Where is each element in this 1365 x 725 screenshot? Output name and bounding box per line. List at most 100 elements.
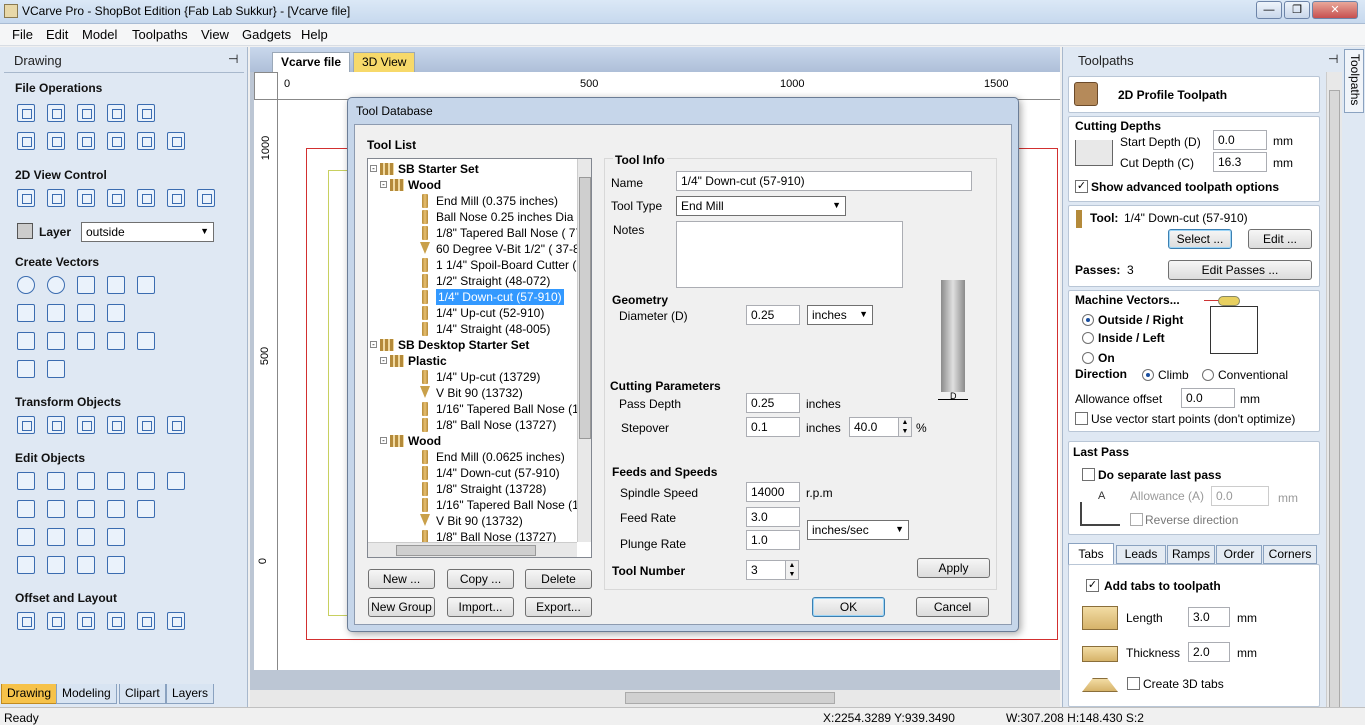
minimize-button[interactable]: — xyxy=(1256,1,1282,19)
tool-item[interactable]: 1/4" Straight (48-005) xyxy=(436,321,550,337)
save-icon[interactable] xyxy=(77,104,95,122)
tool-type-select[interactable]: End Mill xyxy=(676,196,846,216)
tool-item[interactable]: 1/8" Straight (13728) xyxy=(436,481,546,497)
auto-layout-text-icon[interactable] xyxy=(47,332,65,350)
on-radio[interactable] xyxy=(1082,352,1094,364)
import-bitmap-icon[interactable] xyxy=(137,104,155,122)
polygon-icon[interactable] xyxy=(107,276,125,294)
tool-name-field[interactable]: 1/4" Down-cut (57-910) xyxy=(676,171,972,191)
tab-leads[interactable]: Leads xyxy=(1116,545,1166,564)
guides-icon[interactable] xyxy=(167,189,185,207)
plunge-rate-field[interactable]: 1.0 xyxy=(746,530,800,550)
export-button[interactable]: Export... xyxy=(525,597,592,617)
advanced-options-checkbox[interactable]: ✓ xyxy=(1075,180,1088,193)
cut-icon[interactable] xyxy=(47,132,65,150)
job-setup-icon[interactable] xyxy=(17,132,35,150)
ellipse-icon[interactable] xyxy=(47,276,65,294)
import-button[interactable]: Import... xyxy=(447,597,514,617)
menu-model[interactable]: Model xyxy=(82,27,117,42)
tool-item[interactable]: End Mill (0.0625 inches) xyxy=(436,449,565,465)
outside-right-radio[interactable] xyxy=(1082,314,1094,326)
spindle-speed-field[interactable]: 14000 xyxy=(746,482,800,502)
new-tool-button[interactable]: New ... xyxy=(368,569,435,589)
zoom-extents-icon[interactable] xyxy=(77,189,95,207)
nesting-icon[interactable] xyxy=(137,612,155,630)
reverse-direction-checkbox[interactable] xyxy=(1130,513,1143,526)
tool-item[interactable]: 1/8" Ball Nose (13727) xyxy=(436,417,556,433)
tool-item[interactable]: 1/4" Down-cut (57-910) xyxy=(436,289,564,305)
layer-select[interactable]: outside xyxy=(81,222,214,242)
snap-icon[interactable] xyxy=(197,189,215,207)
stepover-percent-field[interactable]: 40.0 xyxy=(849,417,899,437)
menu-help[interactable]: Help xyxy=(301,27,328,42)
join-icon[interactable] xyxy=(107,528,125,546)
align-icon[interactable] xyxy=(77,416,95,434)
tree-scroll-thumb-v[interactable] xyxy=(579,177,591,439)
tree-expander-icon[interactable]: - xyxy=(380,181,387,189)
paste-icon[interactable] xyxy=(107,132,125,150)
tree-expander-icon[interactable]: - xyxy=(380,357,387,365)
tool-item[interactable]: Ball Nose 0.25 inches Dia xyxy=(436,209,573,225)
smooth-icon[interactable] xyxy=(17,528,35,546)
scale-icon[interactable] xyxy=(47,416,65,434)
new-file-icon[interactable] xyxy=(17,104,35,122)
menu-file[interactable]: File xyxy=(12,27,33,42)
copy-icon[interactable] xyxy=(77,132,95,150)
tab-corners[interactable]: Corners xyxy=(1263,545,1317,564)
circular-array-icon[interactable] xyxy=(77,612,95,630)
delete-tool-button[interactable]: Delete xyxy=(525,569,592,589)
copy-tool-button[interactable]: Copy ... xyxy=(447,569,514,589)
tree-expander-icon[interactable]: - xyxy=(370,341,377,349)
tool-item[interactable]: 1/16" Tapered Ball Nose (137 xyxy=(436,401,591,417)
mirror-icon[interactable] xyxy=(107,416,125,434)
array-icon[interactable] xyxy=(47,612,65,630)
cancel-button[interactable]: Cancel xyxy=(916,597,989,617)
tool-item[interactable]: 1/4" Down-cut (57-910) xyxy=(436,465,560,481)
allowance-offset-field[interactable]: 0.0 xyxy=(1181,388,1235,408)
restore-button[interactable]: ❐ xyxy=(1284,1,1310,19)
curve-icon[interactable] xyxy=(77,304,95,322)
tool-item[interactable]: 1/8" Tapered Ball Nose ( 77-1 xyxy=(436,225,591,241)
separate-last-pass-checkbox[interactable] xyxy=(1082,468,1095,481)
move-icon[interactable] xyxy=(17,416,35,434)
tool-folder-item[interactable]: Wood xyxy=(408,433,441,449)
tree-scroll-thumb-h[interactable] xyxy=(396,545,536,556)
tool-item[interactable]: End Mill (0.375 inches) xyxy=(436,193,558,209)
rate-units-select[interactable]: inches/sec xyxy=(807,520,909,540)
distort-icon[interactable] xyxy=(137,416,155,434)
last-pass-allowance-field[interactable]: 0.0 xyxy=(1211,486,1269,506)
extend-icon[interactable] xyxy=(77,528,95,546)
menu-toolpaths[interactable]: Toolpaths xyxy=(132,27,188,42)
tab-ramps[interactable]: Ramps xyxy=(1167,545,1215,564)
tab-order[interactable]: Order xyxy=(1216,545,1262,564)
tab-modeling[interactable]: Modeling xyxy=(56,684,117,704)
doc-scroll-thumb[interactable] xyxy=(625,692,835,704)
apply-button[interactable]: Apply xyxy=(917,558,990,578)
create-3d-tabs-checkbox[interactable] xyxy=(1127,677,1140,690)
menu-view[interactable]: View xyxy=(201,27,229,42)
tab-thickness-field[interactable]: 2.0 xyxy=(1188,642,1230,662)
pan-icon[interactable] xyxy=(17,189,35,207)
zoom-material-icon[interactable] xyxy=(137,189,155,207)
trace-bitmap-icon[interactable] xyxy=(17,360,35,378)
undo-icon[interactable] xyxy=(137,132,155,150)
set-position-icon[interactable] xyxy=(167,416,185,434)
tree-scrollbar-v[interactable] xyxy=(577,159,591,542)
import-vectors-icon[interactable] xyxy=(107,104,125,122)
node-edit-icon[interactable] xyxy=(47,472,65,490)
tab-vcarve-file[interactable]: Vcarve file xyxy=(272,52,351,72)
selection-tools-icon[interactable] xyxy=(107,472,125,490)
text-icon[interactable] xyxy=(17,332,35,350)
tool-item[interactable]: V Bit 90 (13732) xyxy=(436,385,523,401)
tool-item[interactable]: V Bit 90 (13732) xyxy=(436,513,523,529)
measure-icon[interactable] xyxy=(167,472,185,490)
interactive-trim-icon[interactable] xyxy=(77,472,95,490)
tool-group-item[interactable]: SB Desktop Starter Set xyxy=(398,337,529,353)
tool-group-item[interactable]: SB Starter Set xyxy=(398,161,479,177)
open-file-icon[interactable] xyxy=(47,104,65,122)
start-depth-field[interactable]: 0.0 xyxy=(1213,130,1267,150)
close-button[interactable]: ✕ xyxy=(1312,1,1358,19)
star-icon[interactable] xyxy=(137,276,155,294)
panel-scrollbar[interactable] xyxy=(1326,72,1342,710)
tab-layers[interactable]: Layers xyxy=(166,684,215,704)
